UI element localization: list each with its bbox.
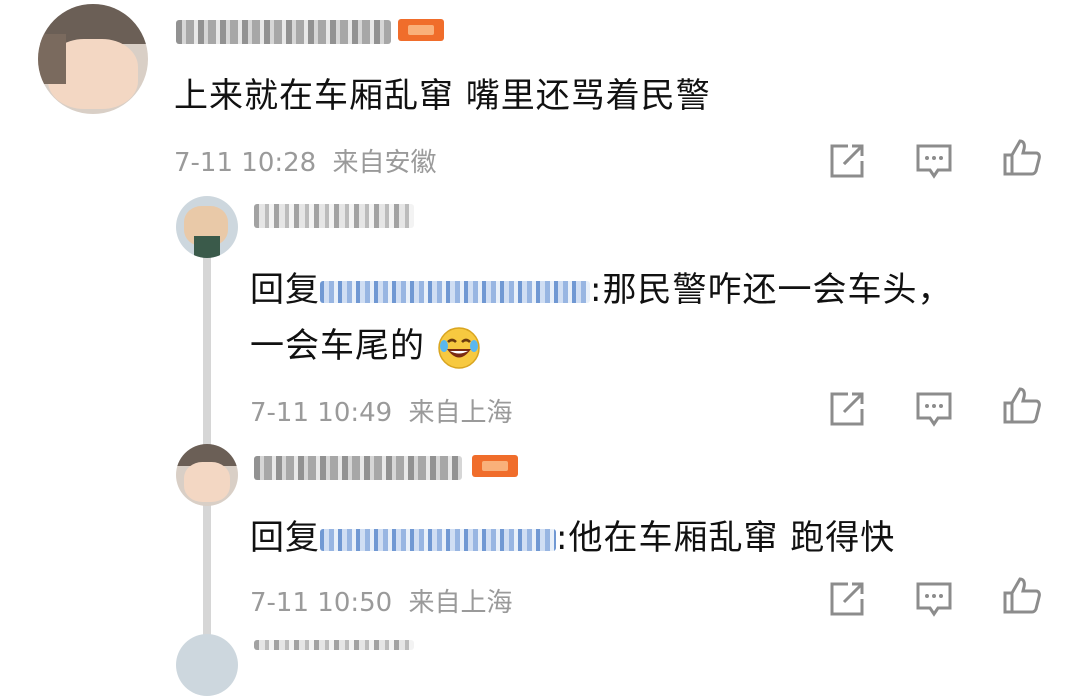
reply-location: 来自上海 <box>408 588 513 618</box>
like-icon[interactable] <box>1002 575 1042 615</box>
reply-text-line1: 回复 :那民警咋还一会车头， <box>250 262 952 311</box>
comment-time: 7-11 10:28 <box>174 148 317 178</box>
reply-username-blurred[interactable] <box>254 456 462 480</box>
reply-text-cont: 一会车尾的 <box>250 326 425 366</box>
mention-blurred[interactable] <box>320 280 590 303</box>
comment-icon[interactable] <box>914 140 954 180</box>
reply-text-line2: 一会车尾的 <box>250 318 481 370</box>
reply-time: 7-11 10:50 <box>250 588 393 618</box>
comment-text: 上来就在车厢乱窜 嘴里还骂着民警 <box>174 76 711 116</box>
reply-meta: 7-11 10:50 来自上海 <box>250 582 512 619</box>
share-icon[interactable] <box>828 140 868 180</box>
reply-time: 7-11 10:49 <box>250 398 393 428</box>
reply-avatar[interactable] <box>176 196 238 258</box>
reply-prefix: 回复 <box>250 518 320 558</box>
comment-location: 来自安徽 <box>332 148 437 178</box>
reply-text-line1: 回复 :他在车厢乱窜 跑得快 <box>250 510 895 559</box>
member-badge <box>472 455 518 477</box>
username-blurred[interactable] <box>176 20 391 44</box>
reply-username-blurred[interactable] <box>254 204 414 228</box>
comment-icon[interactable] <box>914 388 954 428</box>
reply-text: :那民警咋还一会车头， <box>590 270 953 310</box>
share-icon[interactable] <box>828 578 868 618</box>
laugh-cry-emoji <box>437 326 481 370</box>
comment-meta: 7-11 10:28 来自安徽 <box>174 142 436 179</box>
member-badge <box>398 19 444 41</box>
like-icon[interactable] <box>1002 385 1042 425</box>
reply-username-blurred[interactable] <box>254 640 414 650</box>
reply-avatar[interactable] <box>176 634 238 696</box>
reply-prefix: 回复 <box>250 270 320 310</box>
avatar[interactable] <box>38 4 148 114</box>
like-icon[interactable] <box>1002 137 1042 177</box>
reply-avatar[interactable] <box>176 444 238 506</box>
reply-text: :他在车厢乱窜 跑得快 <box>556 518 896 558</box>
share-icon[interactable] <box>828 388 868 428</box>
reply-meta: 7-11 10:49 来自上海 <box>250 392 512 429</box>
mention-blurred[interactable] <box>320 528 556 551</box>
reply-location: 来自上海 <box>408 398 513 428</box>
comment-icon[interactable] <box>914 578 954 618</box>
